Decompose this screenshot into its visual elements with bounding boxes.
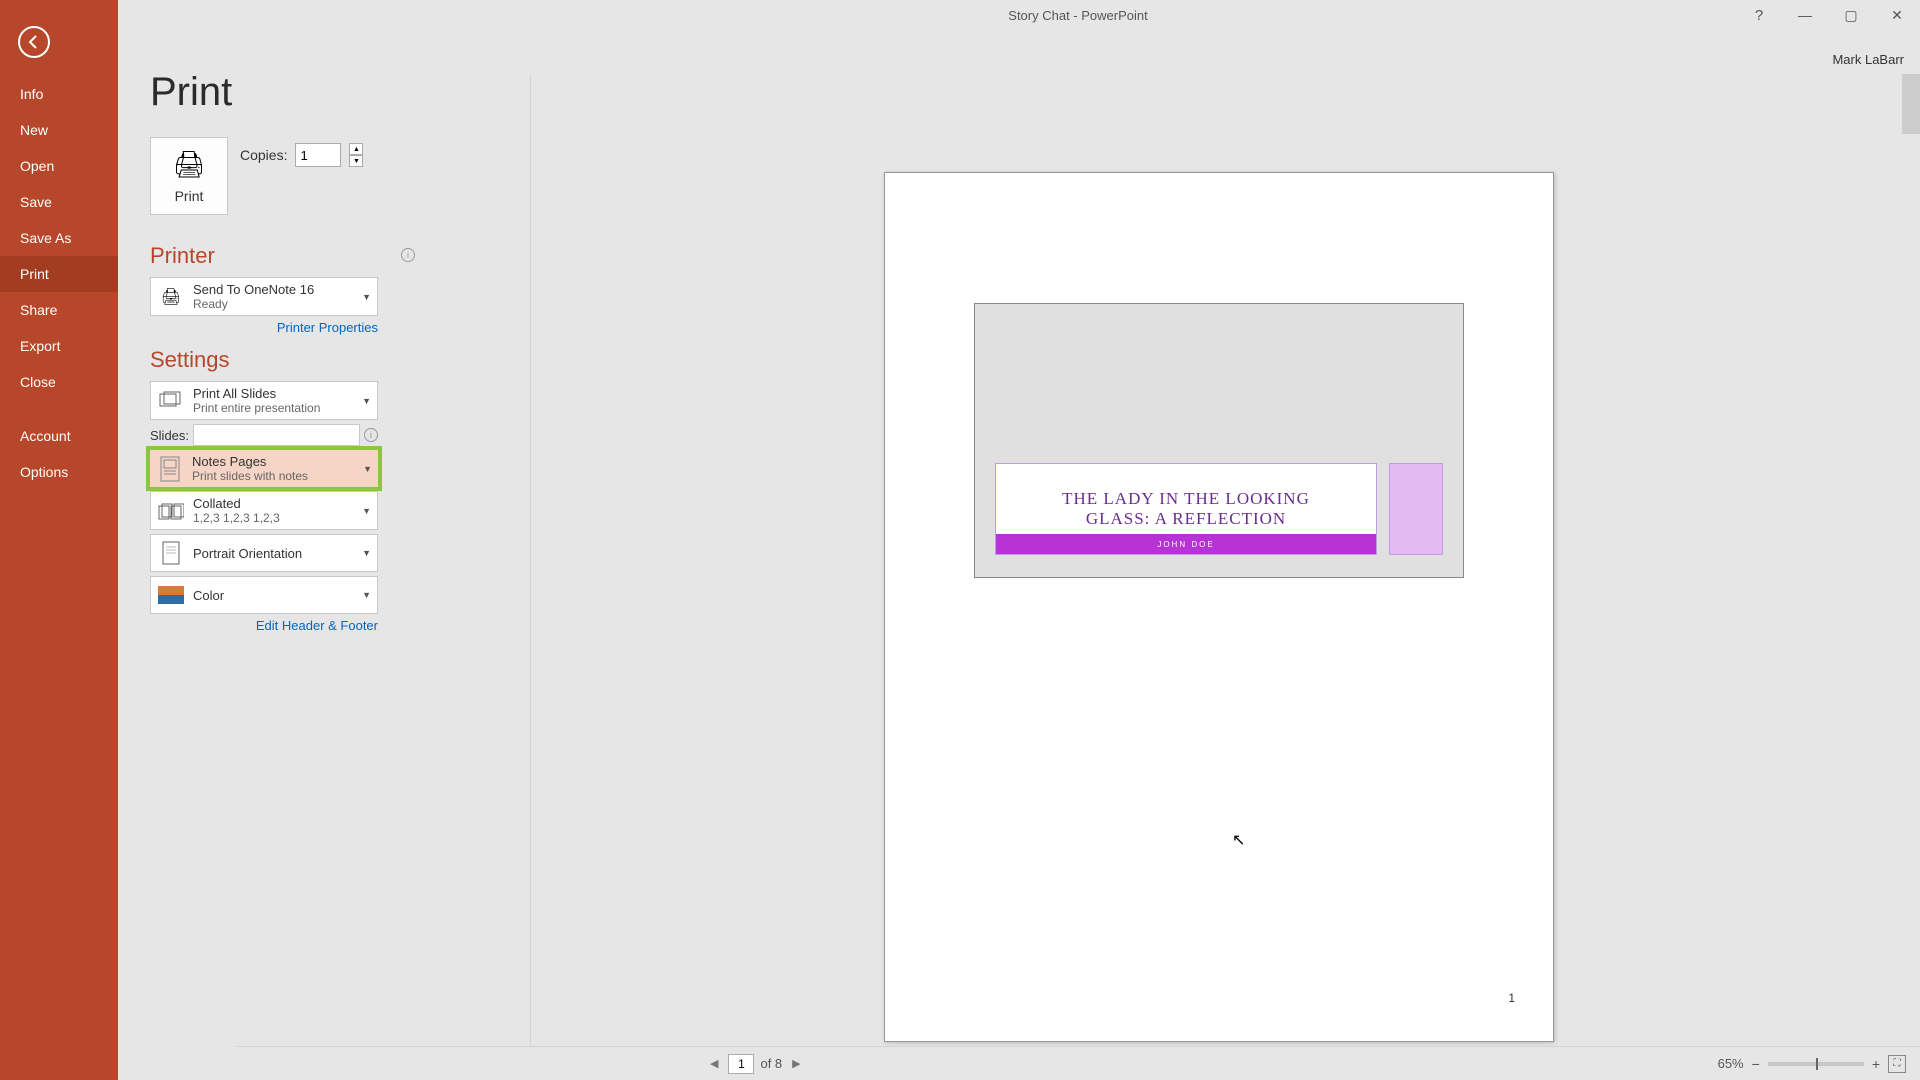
preview-page: THE LADY IN THE LOOKING GLASS: A REFLECT… xyxy=(884,172,1554,1042)
copies-label: Copies: xyxy=(240,147,287,163)
print-button[interactable]: 🖨 Print xyxy=(150,137,228,215)
slides-input[interactable] xyxy=(193,424,360,446)
copies-down[interactable]: ▼ xyxy=(349,155,363,167)
page-title: Print xyxy=(150,70,415,115)
slide-title-line2: GLASS: A REFLECTION xyxy=(1086,509,1286,529)
print-range-dropdown[interactable]: Print All Slides Print entire presentati… xyxy=(150,381,378,420)
slide-title-box: THE LADY IN THE LOOKING GLASS: A REFLECT… xyxy=(995,463,1377,555)
zoom-controls: 65% − + ⛶ xyxy=(1718,1055,1906,1073)
slide-author: JOHN DOE xyxy=(996,534,1376,554)
nav-info[interactable]: Info xyxy=(0,76,118,112)
slide-thumbnail: THE LADY IN THE LOOKING GLASS: A REFLECT… xyxy=(974,303,1464,578)
slides-info-icon[interactable]: i xyxy=(364,428,378,442)
orientation-title: Portrait Orientation xyxy=(193,546,362,561)
color-icon xyxy=(157,581,185,609)
collate-sub: 1,2,3 1,2,3 1,2,3 xyxy=(193,511,362,525)
slides-label: Slides: xyxy=(150,428,189,443)
vertical-scrollbar[interactable] xyxy=(1902,74,1920,1046)
next-page-button[interactable]: ▶ xyxy=(788,1057,804,1070)
maximize-button[interactable]: ▢ xyxy=(1828,0,1874,30)
printer-status: Ready xyxy=(193,297,362,311)
prev-page-button[interactable]: ◀ xyxy=(706,1057,722,1070)
print-layout-dropdown[interactable]: Notes Pages Print slides with notes ▼ xyxy=(150,450,378,487)
scrollbar-thumb[interactable] xyxy=(1902,74,1920,134)
nav-new[interactable]: New xyxy=(0,112,118,148)
settings-heading: Settings xyxy=(150,347,415,373)
status-bar: ◀ of 8 ▶ 65% − + ⛶ xyxy=(236,1046,1920,1080)
back-arrow-icon xyxy=(26,34,42,50)
layout-highlight: Notes Pages Print slides with notes ▼ xyxy=(146,446,382,491)
chevron-down-icon: ▼ xyxy=(362,506,371,516)
chevron-down-icon: ▼ xyxy=(362,548,371,558)
page-navigator: ◀ of 8 ▶ xyxy=(706,1054,805,1074)
nav-options[interactable]: Options xyxy=(0,454,118,490)
notes-page-icon xyxy=(156,455,184,483)
chevron-down-icon: ▼ xyxy=(362,292,371,302)
printer-device-icon: 🖨 xyxy=(157,283,185,311)
nav-export[interactable]: Export xyxy=(0,328,118,364)
nav-share[interactable]: Share xyxy=(0,292,118,328)
copies-up[interactable]: ▲ xyxy=(349,143,363,155)
slides-stack-icon xyxy=(157,387,185,415)
fit-to-window-button[interactable]: ⛶ xyxy=(1888,1055,1906,1073)
print-preview-area: THE LADY IN THE LOOKING GLASS: A REFLECT… xyxy=(538,74,1900,1046)
orientation-dropdown[interactable]: Portrait Orientation ▼ xyxy=(150,534,378,572)
preview-page-number: 1 xyxy=(1508,991,1515,1005)
print-range-sub: Print entire presentation xyxy=(193,401,362,415)
print-layout-title: Notes Pages xyxy=(192,454,363,469)
nav-close[interactable]: Close xyxy=(0,364,118,400)
slide-side-box xyxy=(1389,463,1443,555)
slide-title-line1: THE LADY IN THE LOOKING xyxy=(1062,489,1310,509)
printer-dropdown[interactable]: 🖨 Send To OneNote 16 Ready ▼ xyxy=(150,277,378,316)
edit-header-footer-link[interactable]: Edit Header & Footer xyxy=(150,618,378,633)
zoom-out-button[interactable]: − xyxy=(1752,1056,1760,1072)
current-page-input[interactable] xyxy=(728,1054,754,1074)
column-divider xyxy=(530,74,531,1046)
portrait-icon xyxy=(157,539,185,567)
print-settings-column: Print 🖨 Print Copies: ▲ ▼ Printer i 🖨 S xyxy=(150,70,415,645)
user-name[interactable]: Mark LaBarr xyxy=(1832,52,1904,67)
printer-heading: Printer xyxy=(150,243,215,269)
backstage-sidebar: Info New Open Save Save As Print Share E… xyxy=(0,0,118,1080)
printer-name: Send To OneNote 16 xyxy=(193,282,362,297)
print-layout-sub: Print slides with notes xyxy=(192,469,363,483)
nav-save[interactable]: Save xyxy=(0,184,118,220)
zoom-slider[interactable] xyxy=(1768,1062,1864,1066)
color-dropdown[interactable]: Color ▼ xyxy=(150,576,378,614)
copies-input[interactable] xyxy=(295,143,341,167)
window-title: Story Chat - PowerPoint xyxy=(1008,8,1147,23)
close-button[interactable]: ✕ xyxy=(1874,0,1920,30)
nav-print[interactable]: Print xyxy=(0,256,118,292)
printer-properties-link[interactable]: Printer Properties xyxy=(150,320,378,335)
nav-save-as[interactable]: Save As xyxy=(0,220,118,256)
minimize-button[interactable]: — xyxy=(1782,0,1828,30)
main-area: Story Chat - PowerPoint ? — ▢ ✕ Mark LaB… xyxy=(118,0,1920,1080)
zoom-percent[interactable]: 65% xyxy=(1718,1056,1744,1071)
back-button[interactable] xyxy=(18,26,50,58)
title-bar: Story Chat - PowerPoint ? — ▢ ✕ xyxy=(236,0,1920,30)
help-button[interactable]: ? xyxy=(1736,0,1782,30)
zoom-in-button[interactable]: + xyxy=(1872,1056,1880,1072)
chevron-down-icon: ▼ xyxy=(362,396,371,406)
collate-dropdown[interactable]: Collated 1,2,3 1,2,3 1,2,3 ▼ xyxy=(150,491,378,530)
chevron-down-icon: ▼ xyxy=(362,590,371,600)
collate-icon xyxy=(157,497,185,525)
color-title: Color xyxy=(193,588,362,603)
page-of-label: of 8 xyxy=(760,1056,782,1071)
chevron-down-icon: ▼ xyxy=(363,464,372,474)
printer-info-icon[interactable]: i xyxy=(401,248,415,262)
nav-account[interactable]: Account xyxy=(0,418,118,454)
printer-icon: 🖨 xyxy=(172,149,205,180)
print-range-title: Print All Slides xyxy=(193,386,362,401)
nav-open[interactable]: Open xyxy=(0,148,118,184)
print-button-label: Print xyxy=(175,188,204,204)
collate-title: Collated xyxy=(193,496,362,511)
